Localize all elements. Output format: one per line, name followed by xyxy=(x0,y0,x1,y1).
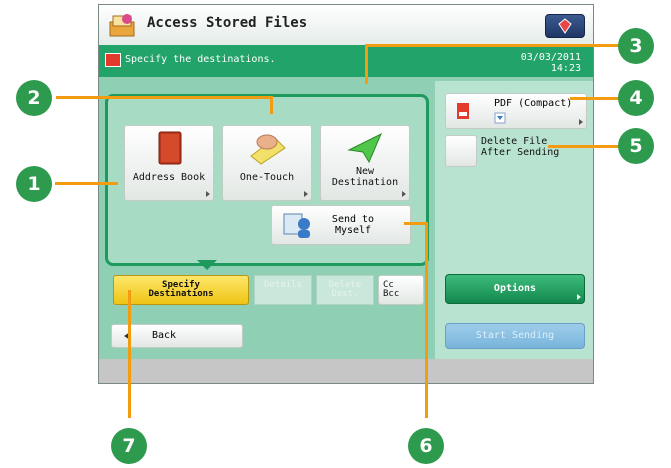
address-book-label: Address Book xyxy=(132,172,206,183)
status-message: Specify the destinations. xyxy=(125,54,276,65)
gem-icon xyxy=(558,18,572,34)
options-button[interactable]: Options xyxy=(445,274,585,304)
callout-6: 6 xyxy=(408,428,444,464)
send-to-myself-line-1: Send to xyxy=(331,214,375,225)
chevron-right-icon xyxy=(206,191,210,197)
chevron-right-icon xyxy=(579,119,583,125)
callout-2-line xyxy=(56,96,272,99)
one-touch-button[interactable]: One-Touch xyxy=(222,125,312,201)
delete-file-line-2: After Sending xyxy=(481,147,560,158)
callout-6-line-down xyxy=(425,222,428,418)
callout-7: 7 xyxy=(111,428,147,464)
send-to-myself-button[interactable]: Send to Myself xyxy=(271,205,411,245)
callout-3-line xyxy=(366,44,622,47)
callout-3: 3 xyxy=(618,28,654,64)
paper-plane-icon xyxy=(347,132,382,164)
callout-5-line xyxy=(548,145,622,148)
back-label: Back xyxy=(152,330,177,341)
tab-delete-dest[interactable]: Delete Dest. xyxy=(316,275,374,305)
tab-details[interactable]: Details xyxy=(254,275,312,305)
tab-delete-line-2: Dest. xyxy=(331,289,359,299)
one-touch-label: One-Touch xyxy=(239,172,295,183)
address-book-button[interactable]: Address Book xyxy=(124,125,214,201)
send-to-myself-label: Send to Myself xyxy=(328,214,378,236)
time: 14:23 xyxy=(550,63,581,74)
callout-6-line xyxy=(404,222,426,225)
callout-4: 4 xyxy=(618,80,654,116)
callout-2: 2 xyxy=(16,80,52,116)
title-bar: Access Stored Files xyxy=(99,5,593,45)
tab-bcc-label: Bcc xyxy=(383,289,400,299)
chevron-right-icon xyxy=(402,191,406,197)
tab-specify-destinations[interactable]: Specify Destinations xyxy=(113,275,249,305)
one-touch-icon xyxy=(250,134,286,165)
panel-pointer xyxy=(197,260,217,270)
stored-files-icon xyxy=(109,14,135,37)
chevron-right-icon xyxy=(577,294,581,300)
callout-2-line-down xyxy=(270,96,273,114)
pdf-file-icon xyxy=(457,103,469,119)
date-time: 03/03/2011 14:23 xyxy=(521,52,581,74)
delete-file-checkbox[interactable] xyxy=(445,135,477,167)
send-to-myself-icon xyxy=(283,213,310,238)
page-title: Access Stored Files xyxy=(147,15,308,31)
date: 03/03/2011 xyxy=(520,52,581,63)
status-bar xyxy=(99,359,593,383)
message-bar: Specify the destinations. 03/03/2011 14:… xyxy=(99,45,593,77)
address-book-icon xyxy=(158,131,182,165)
callout-1: 1 xyxy=(16,166,52,202)
status-monitor-button[interactable] xyxy=(545,14,585,38)
callout-7-line xyxy=(128,290,131,418)
new-destination-line-1: New xyxy=(355,166,375,177)
download-icon xyxy=(494,112,506,124)
callout-4-line xyxy=(570,97,622,100)
new-destination-label: New Destination xyxy=(321,166,409,188)
callout-3-line-down xyxy=(365,44,368,84)
tab-details-label: Details xyxy=(264,280,302,290)
options-label: Options xyxy=(493,283,537,294)
warning-icon xyxy=(105,53,121,67)
file-format-button[interactable]: PDF (Compact) xyxy=(445,93,587,129)
chevron-right-icon xyxy=(304,191,308,197)
tab-cc-bcc[interactable]: Cc Bcc xyxy=(378,275,424,305)
new-destination-button[interactable]: New Destination xyxy=(320,125,410,201)
callout-1-line xyxy=(55,182,118,185)
callout-5: 5 xyxy=(618,128,654,164)
file-format-label: PDF (Compact) xyxy=(494,98,573,109)
device-screen: Access Stored Files Specify the destinat… xyxy=(98,4,594,384)
start-sending-label: Start Sending xyxy=(475,330,555,341)
start-sending-button[interactable]: Start Sending xyxy=(445,323,585,349)
tab-specify-line-2: Destinations xyxy=(148,289,214,299)
new-destination-line-2: Destination xyxy=(331,177,399,188)
send-to-myself-line-2: Myself xyxy=(334,225,372,236)
